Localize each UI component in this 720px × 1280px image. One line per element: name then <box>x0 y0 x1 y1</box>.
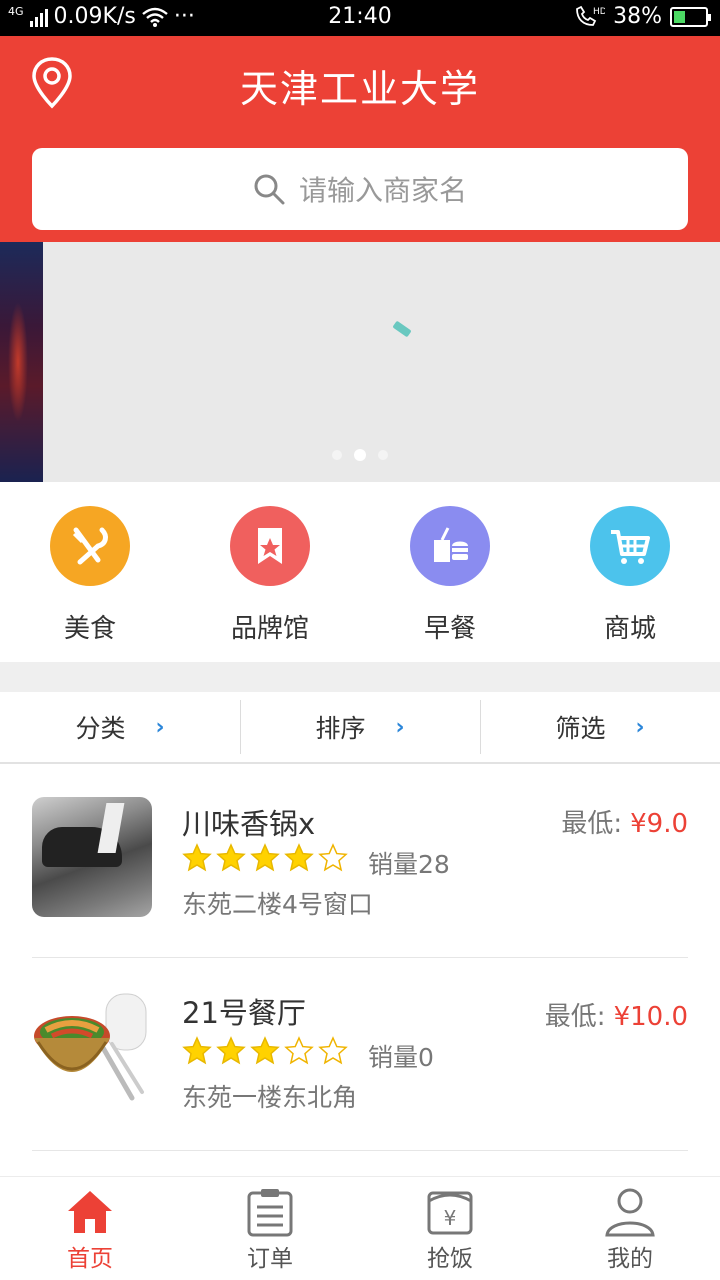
page-title[interactable]: 天津工业大学 <box>0 58 720 113</box>
battery-icon <box>670 6 711 27</box>
filter-label: 排序 <box>315 714 366 743</box>
min-price-label: 最低: <box>561 809 623 839</box>
search-icon <box>254 174 285 205</box>
filter-label: 筛选 <box>555 714 606 743</box>
nav-grab-meal[interactable]: ¥ 抢饭 <box>360 1177 540 1280</box>
carousel-dot[interactable] <box>332 450 342 460</box>
battery-percent: 38% <box>613 4 662 29</box>
chevron-right-icon: › <box>395 714 405 740</box>
category-label: 美食 <box>63 614 116 644</box>
svg-text:¥: ¥ <box>444 1206 457 1230</box>
hd-call-icon: HD <box>576 5 605 26</box>
category-label: 品牌馆 <box>230 614 309 644</box>
category-label: 商城 <box>603 614 656 644</box>
cart-icon <box>611 530 650 564</box>
header: 天津工业大学 请输入商家名 <box>0 36 720 242</box>
nav-orders[interactable]: 订单 <box>180 1177 360 1280</box>
min-price: 最低: ¥10.0 <box>545 996 688 1033</box>
shop-address: 东苑二楼4号窗口 <box>182 890 373 919</box>
nav-label: 我的 <box>607 1246 653 1272</box>
row-divider <box>32 1150 688 1151</box>
star-filled-icon <box>284 843 314 872</box>
shop-name: 川味香锅x <box>182 807 316 841</box>
fork-knife-icon <box>72 527 108 565</box>
filter-bar: 分类 › 排序 › 筛选 › <box>0 692 720 764</box>
star-filled-icon <box>250 843 280 872</box>
star-filled-icon <box>216 843 246 872</box>
shop-list-item[interactable]: 川味香锅x 销量28 东苑二楼4号窗口 最低: ¥9.0 <box>0 765 720 958</box>
nav-label: 订单 <box>247 1246 293 1272</box>
shop-thumbnail <box>32 986 152 1106</box>
carousel-dot[interactable] <box>354 449 366 461</box>
category-brand-circle <box>230 506 310 586</box>
shop-thumbnail <box>32 797 152 917</box>
shop-name: 21号餐厅 <box>182 996 306 1030</box>
chevron-right-icon: › <box>155 714 165 740</box>
nav-profile[interactable]: 我的 <box>540 1177 720 1280</box>
shop-list: 川味香锅x 销量28 东苑二楼4号窗口 最低: ¥9.0 21号餐厅 销量0 东苑… <box>0 765 720 1151</box>
carousel-dot[interactable] <box>378 450 388 460</box>
food-bowl-image <box>34 993 147 1101</box>
category-food[interactable]: 美食 <box>0 482 180 662</box>
star-filled-icon <box>182 843 212 872</box>
search-placeholder: 请输入商家名 <box>298 174 467 207</box>
star-empty-icon <box>318 843 348 872</box>
banner-carousel[interactable] <box>0 242 720 482</box>
star-empty-icon <box>284 1036 314 1065</box>
battery-fill <box>674 10 685 23</box>
search-input[interactable]: 请输入商家名 <box>32 148 688 230</box>
order-icon <box>247 1189 293 1237</box>
min-price-label: 最低: <box>544 1002 606 1032</box>
filter-label: 分类 <box>75 714 126 743</box>
category-mall[interactable]: 商城 <box>540 482 720 662</box>
rating-stars <box>182 843 348 873</box>
star-filled-icon <box>216 1036 246 1065</box>
profile-icon <box>605 1188 655 1237</box>
section-divider <box>0 662 720 692</box>
loading-spinner-icon <box>392 320 412 338</box>
category-breakfast-circle <box>410 506 490 586</box>
grab-meal-icon: ¥ <box>427 1191 473 1235</box>
filter-sort-button[interactable]: 排序 › <box>240 692 480 762</box>
banner-image-peek <box>0 242 43 482</box>
shop-list-item[interactable]: 21号餐厅 销量0 东苑一楼东北角 最低: ¥10.0 <box>0 958 720 1151</box>
carousel-indicator <box>0 449 720 461</box>
chevron-right-icon: › <box>635 714 645 740</box>
category-grid: 美食 品牌馆 早餐 商城 <box>0 482 720 662</box>
rating-stars <box>182 1036 348 1066</box>
min-price-value: ¥9.0 <box>630 809 688 839</box>
star-filled-icon <box>250 1036 280 1065</box>
category-brand[interactable]: 品牌馆 <box>180 482 360 662</box>
status-bar: 4G 0.09K/s ··· 21:40 HD 38% <box>0 0 720 36</box>
breakfast-icon <box>434 527 468 562</box>
home-icon <box>68 1191 112 1233</box>
shop-sales: 销量0 <box>368 1043 434 1072</box>
filter-screen-button[interactable]: 筛选 › <box>480 692 720 762</box>
hd-label: HD <box>593 7 605 17</box>
shop-sales: 销量28 <box>368 850 450 879</box>
nav-home[interactable]: 首页 <box>0 1177 180 1280</box>
category-breakfast[interactable]: 早餐 <box>360 482 540 662</box>
filter-category-button[interactable]: 分类 › <box>0 692 240 762</box>
nav-label: 首页 <box>67 1246 113 1272</box>
category-label: 早餐 <box>423 614 476 644</box>
category-food-circle <box>50 506 130 586</box>
brand-star-icon <box>258 528 282 564</box>
shop-address: 东苑一楼东北角 <box>182 1083 358 1112</box>
star-filled-icon <box>182 1036 212 1065</box>
nav-label: 抢饭 <box>427 1246 473 1272</box>
min-price: 最低: ¥9.0 <box>561 803 688 840</box>
star-empty-icon <box>318 1036 348 1065</box>
bottom-nav: 首页 订单 ¥ 抢饭 我的 <box>0 1176 720 1280</box>
min-price-value: ¥10.0 <box>613 1002 688 1032</box>
category-mall-circle <box>590 506 670 586</box>
